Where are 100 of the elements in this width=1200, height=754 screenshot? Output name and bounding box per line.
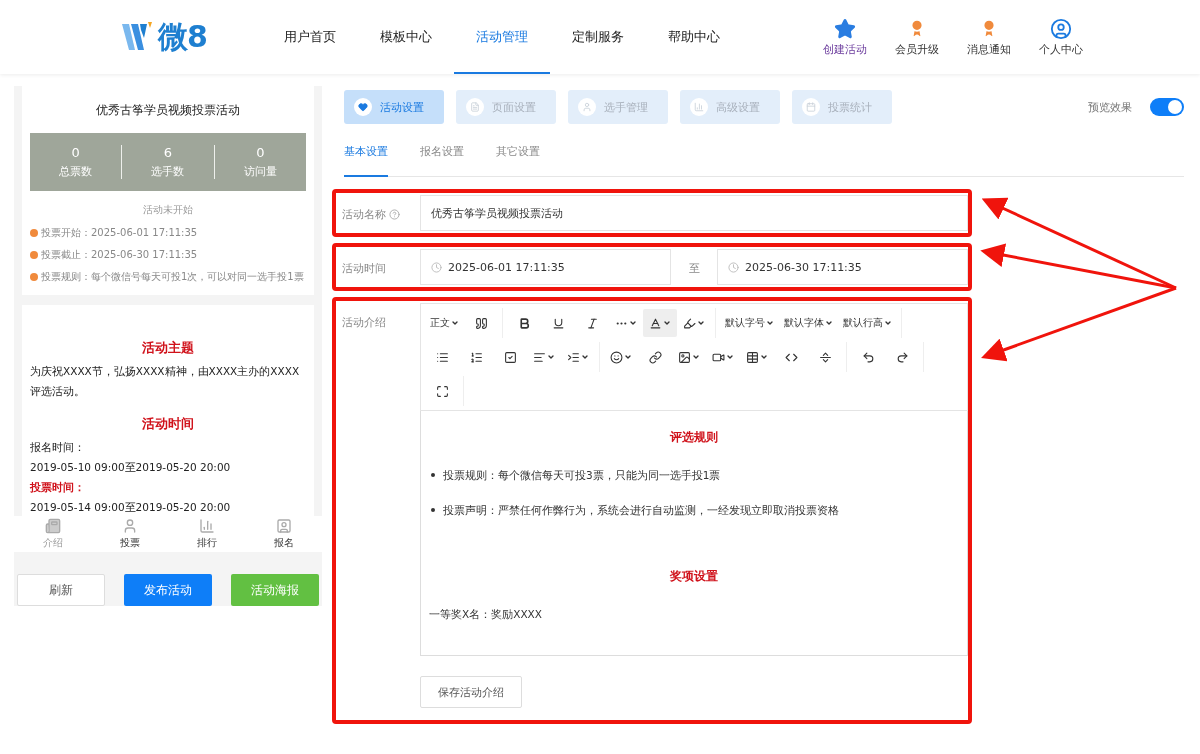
- save-button[interactable]: 保存活动介绍: [420, 676, 522, 708]
- nav-link[interactable]: 帮助中心: [646, 0, 742, 74]
- toolbar-dropdown[interactable]: 默认字体: [779, 309, 838, 337]
- nav-link[interactable]: 活动管理: [454, 0, 550, 74]
- editor-heading: 奖项设置: [669, 568, 719, 585]
- italic-icon: [585, 316, 599, 330]
- underline-icon: [551, 316, 565, 330]
- caret-icon: [766, 319, 774, 327]
- caret-icon: [581, 353, 589, 361]
- dot-icon: [30, 229, 38, 237]
- caret-icon: [451, 319, 459, 327]
- image-icon: [678, 350, 691, 364]
- checkbox-icon: [503, 350, 517, 364]
- info-value: 2025-06-01 17:11:35: [91, 226, 198, 240]
- caret-icon: [663, 319, 671, 327]
- editor-content[interactable]: 评选规则 投票规则：每个微信每天可投3票，只能为同一选手投1票 投票声明：严禁任何作弊行为，系统会进行自动监测，一经发现立即取消投票资格 奖项设置 一等奖X名：奖励XXXX: [420, 411, 968, 656]
- indent-icon: [567, 350, 580, 364]
- smile-icon: [610, 350, 623, 364]
- fullscreen-icon: [435, 384, 449, 398]
- undo-icon: [861, 350, 875, 364]
- logo-text: 微8: [158, 17, 207, 56]
- header-action[interactable]: 会员升级: [888, 17, 946, 57]
- date-field[interactable]: 2025-06-30 17:11:35: [717, 249, 968, 285]
- tab-icon: [44, 518, 61, 534]
- info-value: 每个微信号每天可投1次，可以对同一选手投1票: [91, 270, 304, 284]
- info-label: 投票截止：: [41, 248, 91, 262]
- clock-icon: [431, 261, 442, 273]
- table-icon: [746, 350, 759, 364]
- header-action[interactable]: 消息通知: [960, 17, 1018, 57]
- dot-icon: [30, 251, 38, 259]
- caret-icon: [760, 353, 768, 361]
- action-button[interactable]: 刷新: [17, 574, 105, 606]
- header-action[interactable]: 个人中心: [1032, 17, 1090, 57]
- step-icon: [802, 98, 820, 116]
- editor-text: 投票规则：每个微信每天可投3票，只能为同一选手投1票: [429, 468, 959, 483]
- user-icon: [1050, 17, 1072, 40]
- toolbar-dropdown[interactable]: 默认字号: [720, 309, 779, 337]
- tab-item[interactable]: 报名: [245, 516, 322, 552]
- date-field[interactable]: 2025-06-01 17:11:35: [420, 249, 671, 285]
- content-text: 2019-05-10 09:00至2019-05-20 20:00: [30, 460, 232, 475]
- field-label: 活动时间: [342, 261, 387, 276]
- caret-icon: [884, 319, 892, 327]
- numbered-list-icon: [469, 350, 483, 364]
- nav-link[interactable]: 定制服务: [550, 0, 646, 74]
- stat-value: 0: [71, 145, 80, 160]
- stat-label: 总票数: [59, 164, 93, 179]
- field-label: 活动介绍: [342, 315, 387, 330]
- step-icon: [354, 98, 372, 116]
- quote-icon: [474, 316, 488, 330]
- toolbar-dropdown[interactable]: 默认行高: [838, 309, 897, 337]
- separator-text: 至: [687, 261, 701, 276]
- divider-icon: [818, 350, 832, 364]
- bullet-icon: [431, 473, 435, 477]
- preview-switch[interactable]: [1150, 98, 1184, 116]
- info-value: 2025-06-30 17:11:35: [91, 248, 198, 262]
- clock-icon: [728, 261, 739, 273]
- nav-link[interactable]: 模板中心: [358, 0, 454, 74]
- name-field[interactable]: 优秀古筝学员视频投票活动: [420, 195, 968, 231]
- stat-value: 0: [256, 145, 265, 160]
- tab-icon: [275, 518, 292, 534]
- info-label: 投票开始：: [41, 226, 91, 240]
- caret-icon: [629, 319, 637, 327]
- section-heading: 活动主题: [141, 339, 195, 357]
- stat-label: 访问量: [243, 164, 277, 179]
- bold-icon: [517, 316, 531, 330]
- caret-icon: [547, 353, 555, 361]
- content-text: 2019-05-14 09:00至2019-05-20 20:00: [30, 500, 232, 515]
- text-color-icon: [649, 316, 662, 330]
- redo-icon: [895, 350, 909, 364]
- nav-link[interactable]: 用户首页: [262, 0, 358, 74]
- align-left-icon: [533, 350, 546, 364]
- step-icon: [466, 98, 484, 116]
- star-icon: [834, 17, 856, 40]
- caret-icon: [692, 353, 700, 361]
- tab-icon: [198, 518, 215, 534]
- step-icon: [690, 98, 708, 116]
- help-icon: [389, 209, 400, 220]
- content-text: 报名时间：: [30, 440, 86, 455]
- bullet-icon: [431, 508, 435, 512]
- highlighter-icon: [683, 316, 696, 330]
- content-text: 为庆祝XXXX节，弘扬XXXX精神，由XXXX主办的XXXX评选活动。: [30, 364, 301, 399]
- tab-item[interactable]: 排行: [168, 516, 245, 552]
- editor-heading: 评选规则: [668, 429, 719, 446]
- stat-value: 6: [163, 145, 173, 160]
- action-button[interactable]: 发布活动: [124, 574, 212, 606]
- sub-tab[interactable]: 其它设置: [496, 144, 540, 177]
- sub-tab[interactable]: 基本设置: [344, 144, 388, 177]
- stat-label: 选手数: [151, 164, 185, 179]
- toolbar-button[interactable]: [643, 309, 677, 337]
- toolbar-dropdown[interactable]: 正文: [425, 309, 464, 337]
- caret-icon: [697, 319, 705, 327]
- status-text: 活动未开始: [142, 203, 194, 217]
- link-icon: [648, 350, 662, 364]
- sub-tab[interactable]: 报名设置: [420, 144, 464, 177]
- tab-item[interactable]: 投票: [91, 516, 168, 552]
- header-action[interactable]: 创建活动: [816, 17, 874, 57]
- editor-text: 一等奖X名：奖励XXXX: [429, 607, 543, 622]
- section-heading: 活动时间: [141, 415, 195, 433]
- field-label: 活动名称: [342, 207, 386, 222]
- content-text: 投票时间：: [30, 480, 86, 495]
